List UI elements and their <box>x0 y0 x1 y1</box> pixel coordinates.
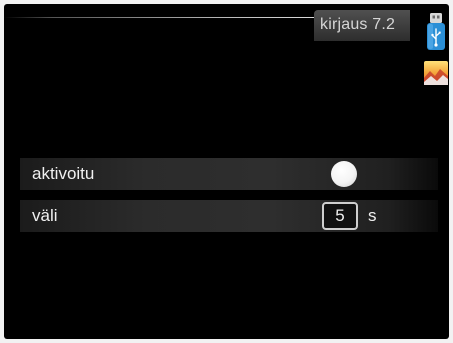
setting-row-vali[interactable]: väli 5 s <box>20 200 438 232</box>
setting-label-vali: väli <box>32 206 58 225</box>
interval-value-field[interactable]: 5 <box>322 202 358 230</box>
interval-unit: s <box>368 206 377 225</box>
activation-toggle[interactable] <box>331 161 357 187</box>
title-divider <box>4 17 324 18</box>
heating-mode-icon <box>424 61 448 85</box>
page-title: kirjaus 7.2 <box>320 16 396 33</box>
display-screen: kirjaus 7.2 aktivoitu väli 5 s <box>4 4 449 339</box>
setting-label-aktivoitu: aktivoitu <box>32 164 95 183</box>
setting-row-aktivoitu[interactable]: aktivoitu <box>20 158 438 190</box>
usb-stick-icon <box>427 13 445 50</box>
